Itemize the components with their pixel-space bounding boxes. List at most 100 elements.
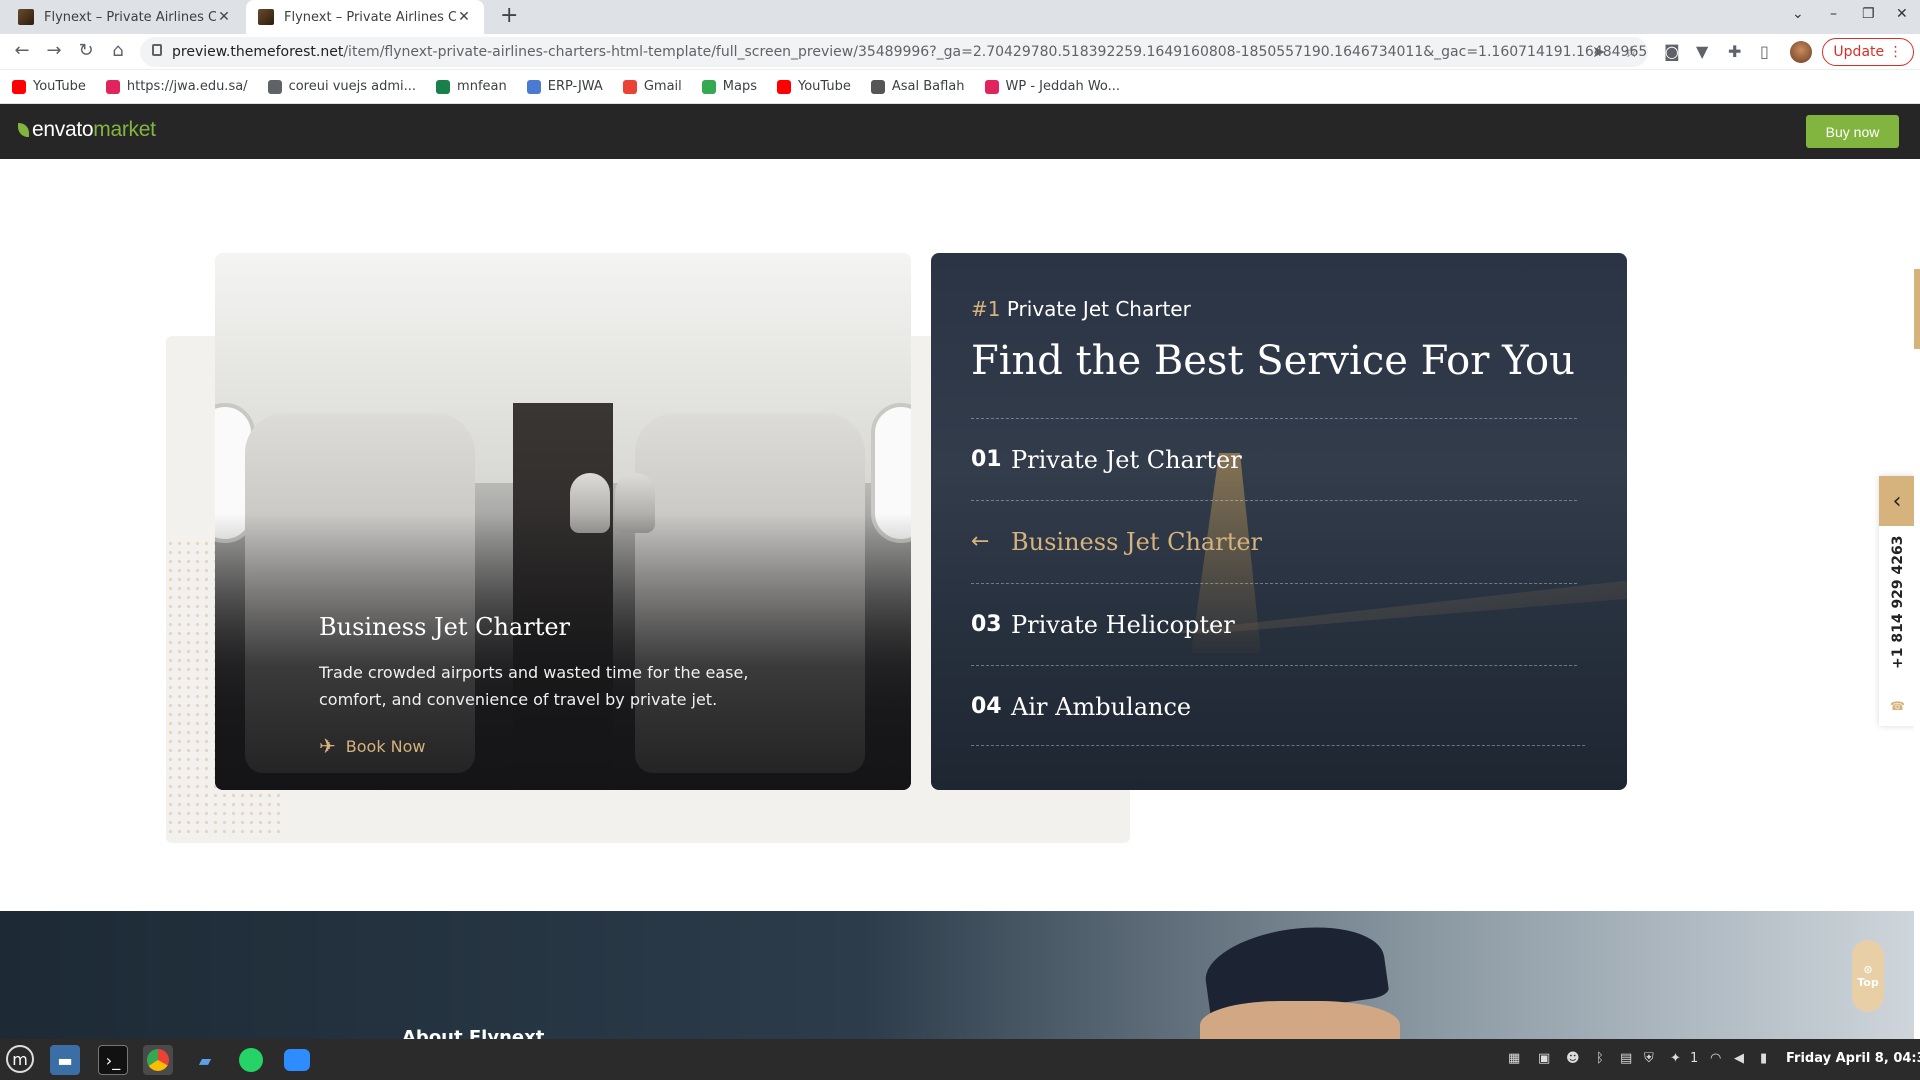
bookmark-item[interactable]: Asal Baflah [870,79,965,94]
bookmark-favicon-icon [701,79,716,94]
page-scrollbar[interactable] [1914,159,1920,1039]
tab-title: Flynext – Private Airlines Char [284,9,456,25]
bookmark-item[interactable]: mnfean [436,79,507,94]
buy-now-button[interactable]: Buy now [1806,115,1899,148]
bookmark-item[interactable]: Maps [701,79,757,94]
bookmark-item[interactable]: Gmail [622,79,682,94]
bookmark-item[interactable]: WP - Jeddah Wo... [984,79,1120,94]
close-window-icon[interactable]: ✕ [1896,6,1908,22]
service-item[interactable]: 03 Private Helicopter [971,583,1577,665]
service-number: 03 [971,612,1002,637]
flag-us-icon[interactable]: ▦ [1508,1051,1520,1066]
bookmark-favicon-icon [12,79,26,94]
forward-icon[interactable]: → [42,40,66,61]
home-icon[interactable]: ⌂ [106,40,130,61]
chrome-icon[interactable] [143,1045,173,1075]
bookmark-label: YouTube [33,79,86,94]
camera-icon[interactable]: ◙ [1664,42,1680,61]
bookmark-favicon-icon [870,79,885,94]
bookmark-label: coreui vuejs admi... [288,79,417,94]
browser-tab-active[interactable]: Flynext – Private Airlines Char ✕ [246,0,484,34]
profile-avatar[interactable] [1790,41,1812,63]
battery-icon[interactable]: ▮ [1760,1051,1767,1066]
bookmark-favicon-icon [105,79,120,94]
shield-icon[interactable]: ⛨ [1644,1051,1654,1066]
update-label: Update [1833,44,1885,60]
about-label: About Flynext [402,1027,545,1039]
site-favicon-icon [18,9,34,25]
restore-icon[interactable]: ❐ [1862,6,1875,22]
files-folder-icon[interactable]: ▰ [190,1045,220,1075]
kicker-number: #1 [971,297,1001,321]
side-phone-number[interactable]: +1 814 929 4263 [1890,535,1906,669]
address-bar[interactable]: preview.themeforest.net/item/flynext-pri… [140,37,1648,67]
services-card: #1 Private Jet Charter Find the Best Ser… [931,253,1627,790]
attendant-face [1200,1001,1400,1039]
kicker-text: Private Jet Charter [1006,297,1191,321]
minimize-icon[interactable]: – [1830,6,1837,22]
bookmark-item[interactable]: YouTube [776,79,851,94]
url-host: preview.themeforest.net [172,44,344,60]
update-manager-icon[interactable]: ▣ [1538,1051,1550,1066]
bookmark-item[interactable]: coreui vuejs admi... [267,79,417,94]
scroll-top-button[interactable]: ⊙ Top [1852,940,1884,1012]
book-now-label: Book Now [345,736,426,756]
close-tab-icon[interactable]: ✕ [456,9,472,25]
side-panel-icon[interactable]: ▯ [1760,42,1769,61]
book-now-link[interactable]: ✈ Book Now [319,734,426,758]
reload-icon[interactable]: ↻ [74,40,98,61]
envato-logo[interactable]: envatomarket [18,118,156,142]
bookmark-item[interactable]: https://jwa.edu.sa/ [105,79,248,94]
tray-app-icon[interactable]: ☻ [1566,1051,1580,1066]
service-number: 04 [971,694,1002,719]
top-label: Top [1857,976,1879,989]
service-label: Private Jet Charter [1011,445,1242,474]
whatsapp-icon[interactable] [236,1045,266,1075]
back-icon[interactable]: ← [10,40,34,61]
zoom-icon[interactable] [282,1045,312,1075]
bookmark-favicon-icon [622,79,637,94]
notification-icon[interactable]: ✦ [1670,1051,1681,1066]
workspace-number[interactable]: 1 [1690,1051,1698,1066]
clipboard-icon[interactable]: ▤ [1620,1051,1632,1066]
service-item[interactable]: 01 Private Jet Charter [971,418,1577,500]
bookmark-favicon-icon [436,79,451,94]
bookmark-favicon-icon [984,79,999,94]
update-button[interactable]: Update ⋮ [1822,38,1914,66]
extension-filter-icon[interactable]: ▼ [1696,42,1708,61]
bookmark-item[interactable]: YouTube [12,79,86,94]
taskbar-clock[interactable]: Friday April 8, 04:30 [1786,1051,1920,1066]
extensions-puzzle-icon[interactable]: ✚ [1728,42,1741,61]
new-tab-button[interactable]: + [500,4,518,28]
service-label: Business Jet Charter [1011,527,1263,556]
browser-tab[interactable]: Flynext – Private Airlines Char ✕ [6,0,244,34]
scrollbar-thumb[interactable] [1914,269,1920,349]
show-desktop-icon[interactable]: ▬ [50,1045,80,1075]
service-item[interactable]: ← Business Jet Charter [971,500,1577,582]
envato-leaf-icon [18,123,29,137]
chevron-left-icon[interactable]: ‹ [1879,476,1915,526]
bookmark-favicon-icon [267,79,282,94]
bookmark-star-icon[interactable]: ☆ [1624,42,1638,61]
mint-menu-icon[interactable]: m [6,1045,34,1073]
bluetooth-icon[interactable]: ᛒ [1596,1051,1604,1066]
logo-market-text: market [93,118,156,141]
volume-icon[interactable]: ◀ [1734,1051,1744,1066]
tab-search-icon[interactable]: ⌄ [1792,6,1804,22]
close-tab-icon[interactable]: ✕ [216,9,232,25]
services-heading: Find the Best Service For You [971,338,1575,384]
service-item[interactable]: 04 Air Ambulance [971,665,1577,747]
lock-icon[interactable] [152,44,162,56]
bookmark-label: mnfean [457,79,507,94]
bookmark-item[interactable]: ERP-JWA [526,79,603,94]
feature-card-description: Trade crowded airports and wasted time f… [319,663,749,709]
send-icon[interactable]: ➤ [1592,42,1605,61]
terminal-icon[interactable]: ›_ [98,1045,128,1075]
airplane-icon: ✈ [319,734,336,758]
services-divider [971,745,1585,746]
service-label: Air Ambulance [1011,692,1192,721]
wifi-icon[interactable]: ◠ [1710,1051,1721,1066]
os-taskbar: m ▬ ›_ ▰ ▦ ▣ ☻ ᛒ ▤ ⛨ ✦ 1 ◠ ◀ ▮ Friday Ap… [0,1039,1920,1080]
bookmark-label: Gmail [643,79,682,94]
bookmark-favicon-icon [776,79,791,94]
